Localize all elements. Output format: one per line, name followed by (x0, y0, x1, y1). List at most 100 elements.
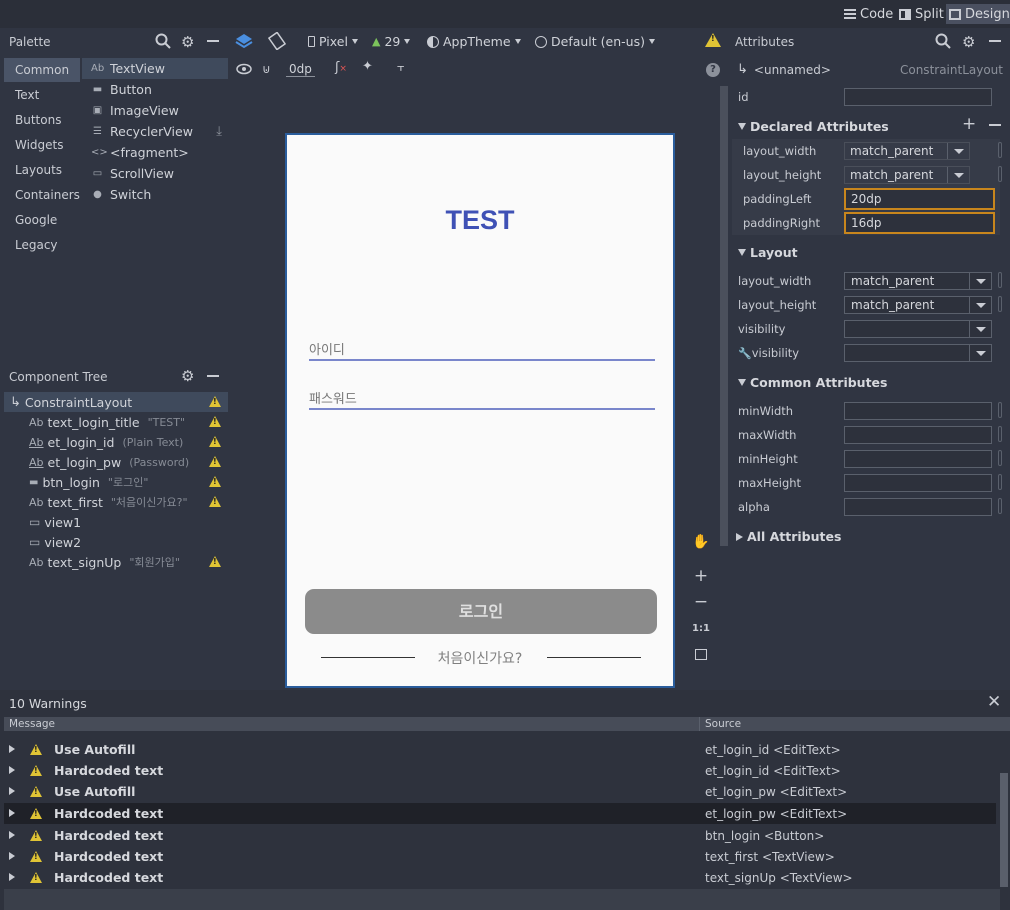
preview-divider-right[interactable] (547, 657, 641, 658)
palette-item-fragment[interactable]: <> <fragment> (82, 142, 228, 163)
palette-category-containers[interactable]: Containers (4, 183, 80, 207)
tree-gear-icon[interactable]: ⚙ (181, 367, 194, 385)
eye-icon[interactable] (236, 62, 252, 76)
palette-item-recyclerview[interactable]: ☰ RecyclerView ⤓ (82, 121, 228, 142)
attr-value-field[interactable]: match_parent (844, 142, 970, 160)
chevron-down-icon[interactable] (969, 345, 991, 361)
attr-value-field[interactable]: match_parent (844, 166, 970, 184)
chevron-down-icon[interactable] (969, 273, 991, 289)
warning-row[interactable]: Use Autofill et_login_id <EditText> (4, 739, 996, 760)
padding-right-field[interactable]: 16dp (844, 212, 995, 234)
chevron-down-icon[interactable] (947, 143, 969, 159)
common-attributes-header[interactable]: Common Attributes (738, 375, 887, 390)
warning-row-selected[interactable]: Hardcoded text et_login_pw <EditText> (4, 803, 996, 824)
layout-header[interactable]: Layout (738, 245, 798, 260)
tree-node[interactable]: Ab text_login_title "TEST" (4, 412, 228, 432)
chevron-right-icon[interactable] (9, 873, 15, 881)
preview-first-text[interactable]: 처음이신가요? (287, 648, 673, 668)
infer-constraints-icon[interactable]: ✦ (362, 59, 373, 74)
preview-id-field[interactable]: 아이디 (309, 331, 655, 361)
tree-node-root[interactable]: ↳ ConstraintLayout (4, 392, 228, 412)
palette-search-icon[interactable] (155, 33, 171, 49)
attr-value-field[interactable] (844, 320, 992, 338)
guidelines-icon[interactable]: ⫟ (397, 60, 405, 75)
attr-value-field[interactable] (844, 474, 992, 492)
palette-item-imageview[interactable]: ▣ ImageView (82, 100, 228, 121)
attributes-gear-icon[interactable]: ⚙ (962, 33, 975, 51)
design-view-button[interactable]: Design (946, 4, 1010, 24)
palette-gear-icon[interactable]: ⚙ (181, 33, 194, 51)
layers-icon[interactable] (235, 32, 253, 50)
palette-category-widgets[interactable]: Widgets (4, 133, 80, 157)
preview-password-field[interactable]: 패스워드 (309, 380, 655, 410)
zoom-in-button[interactable]: + (689, 564, 713, 588)
id-field[interactable] (844, 88, 992, 106)
chevron-right-icon[interactable] (9, 766, 15, 774)
zoom-actual-button[interactable]: 1:1 (689, 616, 713, 640)
tree-node[interactable]: Ab text_first "처음이신가요?" (4, 492, 228, 512)
canvas-scrollbar[interactable] (720, 86, 728, 546)
declared-attributes-header[interactable]: Declared Attributes (738, 119, 889, 134)
close-icon[interactable]: ✕ (987, 692, 1001, 712)
device-selector[interactable]: Pixel (308, 34, 358, 49)
palette-category-layouts[interactable]: Layouts (4, 158, 80, 182)
palette-minimize-icon[interactable] (207, 40, 219, 42)
zoom-fit-icon[interactable] (689, 642, 713, 666)
magnet-icon[interactable]: ⊍ (262, 62, 271, 76)
tree-node[interactable]: ▬ btn_login "로그인" (4, 472, 228, 492)
tree-node[interactable]: Ab et_login_pw (Password) (4, 452, 228, 472)
preview-login-button[interactable]: 로그인 (305, 589, 657, 634)
col-source[interactable]: Source (705, 718, 741, 730)
attr-value-field[interactable] (844, 426, 992, 444)
split-view-button[interactable]: Split (896, 4, 947, 24)
all-attributes-header[interactable]: All Attributes (736, 529, 841, 544)
warning-row[interactable]: Hardcoded text text_first <TextView> (4, 846, 996, 867)
zoom-out-button[interactable]: − (689, 590, 713, 614)
warnings-scrollbar[interactable] (1000, 773, 1008, 887)
download-icon[interactable]: ⤓ (216, 124, 222, 139)
padding-left-field[interactable]: 20dp (844, 188, 995, 210)
attr-value-field[interactable] (844, 402, 992, 420)
chevron-down-icon[interactable] (969, 297, 991, 313)
col-message[interactable]: Message (9, 718, 55, 730)
palette-item-button[interactable]: ▬ Button (82, 79, 228, 100)
palette-category-legacy[interactable]: Legacy (4, 233, 80, 257)
attributes-search-icon[interactable] (935, 33, 951, 49)
tree-node[interactable]: ▭ view1 (4, 512, 228, 532)
chevron-right-icon[interactable] (9, 831, 15, 839)
tree-node[interactable]: Ab et_login_id (Plain Text) (4, 432, 228, 452)
clear-constraints-icon[interactable]: ʃ× (335, 60, 347, 75)
palette-item-scrollview[interactable]: ▭ ScrollView (82, 163, 228, 184)
warning-row[interactable]: Hardcoded text et_login_id <EditText> (4, 760, 996, 781)
tree-minimize-icon[interactable] (207, 375, 219, 377)
attr-value-field[interactable] (844, 344, 992, 362)
remove-attribute-icon[interactable] (989, 124, 1001, 126)
palette-category-text[interactable]: Text (4, 83, 80, 107)
theme-selector[interactable]: AppTheme (427, 34, 521, 49)
api-selector[interactable]: ▲ 29 (372, 34, 411, 49)
chevron-right-icon[interactable] (9, 787, 15, 795)
attr-value-field[interactable] (844, 498, 992, 516)
preview-title[interactable]: TEST (287, 205, 673, 236)
chevron-down-icon[interactable] (947, 167, 969, 183)
add-attribute-icon[interactable]: + (962, 114, 976, 134)
orientation-icon[interactable] (267, 31, 287, 51)
chevron-right-icon[interactable] (9, 809, 15, 817)
code-view-button[interactable]: Code (841, 4, 896, 24)
palette-item-switch[interactable]: ● Switch (82, 184, 228, 205)
attr-value-field[interactable] (844, 450, 992, 468)
warning-row[interactable]: Hardcoded text text_signUp <TextView> (4, 867, 996, 888)
column-divider[interactable] (699, 717, 700, 731)
palette-category-buttons[interactable]: Buttons (4, 108, 80, 132)
help-icon[interactable]: ? (706, 63, 720, 77)
warning-row[interactable]: Use Autofill et_login_pw <EditText> (4, 781, 996, 802)
pan-hand-icon[interactable]: ✋ (689, 530, 713, 554)
tree-node[interactable]: ▭ view2 (4, 532, 228, 552)
attributes-minimize-icon[interactable] (989, 40, 1001, 42)
palette-category-common[interactable]: Common (4, 58, 80, 82)
chevron-down-icon[interactable] (969, 321, 991, 337)
attr-value-field[interactable]: match_parent (844, 272, 992, 290)
toolbar-warning-icon[interactable] (705, 33, 721, 50)
palette-item-textview[interactable]: Ab TextView (82, 58, 228, 79)
locale-selector[interactable]: Default (en-us) (535, 34, 655, 49)
